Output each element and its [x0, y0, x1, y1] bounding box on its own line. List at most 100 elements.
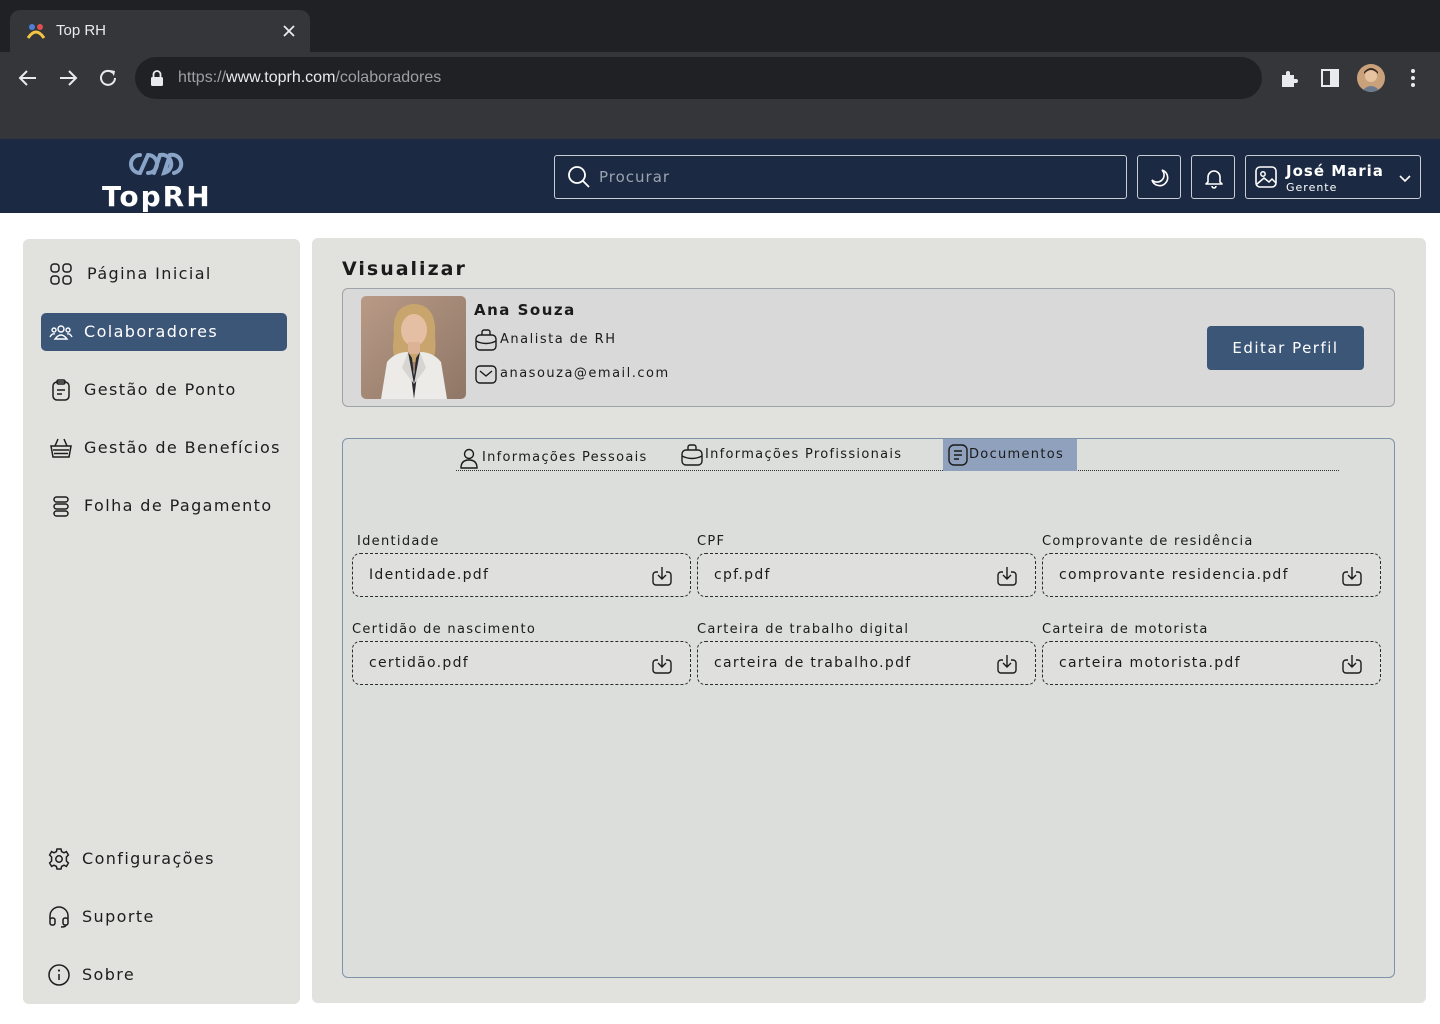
- download-icon[interactable]: [651, 653, 673, 675]
- tab-documentos[interactable]: Documentos: [943, 439, 1077, 471]
- tab-label: Documentos: [969, 447, 1065, 462]
- back-arrow-icon[interactable]: [16, 66, 40, 90]
- sidebar-item-gestao-de-ponto[interactable]: Gestão de Ponto: [41, 371, 287, 409]
- download-icon[interactable]: [1341, 565, 1363, 587]
- sidebar-item-label: Colaboradores: [84, 322, 219, 341]
- profile-photo-icon: [1357, 64, 1385, 92]
- sidebar-item-label: Folha de Pagamento: [84, 496, 273, 515]
- person-icon: [460, 448, 478, 469]
- file-name: comprovante residencia.pdf: [1059, 567, 1289, 583]
- sidebar-item-label: Página Inicial: [87, 264, 212, 283]
- browser-toolbar: https://www.toprh.com/colaboradores: [0, 52, 1440, 139]
- browser-profile-avatar[interactable]: [1357, 64, 1385, 92]
- lock-icon: [151, 70, 163, 86]
- info-icon: [48, 964, 70, 986]
- tab-label: Informações Profissionais: [705, 447, 903, 462]
- search-icon: [568, 166, 590, 188]
- field-label-identidade: Identidade: [357, 534, 440, 549]
- edit-profile-button[interactable]: Editar Perfil: [1207, 326, 1364, 370]
- search-input[interactable]: [599, 156, 1119, 198]
- clipboard-icon: [52, 379, 70, 401]
- gear-icon: [48, 848, 70, 870]
- sidebar-item-configuracoes[interactable]: Configurações: [41, 840, 287, 878]
- more-vertical-icon[interactable]: [1402, 67, 1424, 89]
- coins-icon: [53, 496, 69, 517]
- field-label-carteira-de-motorista: Carteira de motorista: [1042, 622, 1209, 637]
- file-field-carteira-de-motorista[interactable]: carteira motorista.pdf: [1042, 641, 1381, 685]
- logo[interactable]: TopRH: [100, 149, 220, 213]
- download-icon[interactable]: [996, 653, 1018, 675]
- field-label-certidao-de-nascimento: Certidão de nascimento: [352, 622, 537, 637]
- employee-email: anasouza@email.com: [500, 366, 670, 381]
- field-label-carteira-de-trabalho-digital: Carteira de trabalho digital: [697, 622, 910, 637]
- browser-tab-title: Top RH: [56, 22, 107, 39]
- file-field-carteira-de-trabalho-digital[interactable]: carteira de trabalho.pdf: [697, 641, 1036, 685]
- bell-icon: [1205, 170, 1223, 189]
- download-icon[interactable]: [651, 565, 673, 587]
- sidebar-item-label: Configurações: [82, 849, 215, 868]
- tab-label: Informações Pessoais: [482, 450, 648, 465]
- app-header: TopRH José Maria Gerente: [0, 139, 1440, 213]
- grid-icon: [50, 263, 72, 285]
- file-field-identidade[interactable]: Identidade.pdf: [352, 553, 691, 597]
- users-icon: [49, 325, 73, 340]
- main-panel: Visualizar Ana Souza Analista de RH anas…: [312, 238, 1426, 1003]
- reload-icon[interactable]: [96, 66, 120, 90]
- sidebar-item-label: Gestão de Benefícios: [84, 438, 281, 457]
- headset-icon: [49, 906, 69, 928]
- url-text: https://www.toprh.com/colaboradores: [178, 69, 441, 87]
- employee-photo-image: [361, 296, 466, 399]
- file-field-certidao-de-nascimento[interactable]: certidão.pdf: [352, 641, 691, 685]
- sidebar-item-folha-de-pagamento[interactable]: Folha de Pagamento: [41, 487, 287, 525]
- sidebar: Página Inicial Colaboradores Gestão de P…: [23, 239, 300, 1004]
- url-host: www.toprh.com: [226, 69, 336, 86]
- file-name: cpf.pdf: [714, 567, 771, 583]
- side-panel-icon[interactable]: [1319, 67, 1341, 89]
- documents-panel: Informações Pessoais Informações Profiss…: [342, 438, 1395, 978]
- briefcase-icon: [681, 444, 703, 466]
- document-icon: [948, 444, 968, 466]
- user-name: José Maria: [1286, 162, 1384, 180]
- file-field-cpf[interactable]: cpf.pdf: [697, 553, 1036, 597]
- moon-icon: [1151, 169, 1169, 187]
- sidebar-item-pagina-inicial[interactable]: Página Inicial: [41, 255, 287, 293]
- image-avatar-icon: [1255, 166, 1277, 188]
- sidebar-item-colaboradores[interactable]: Colaboradores: [41, 313, 287, 351]
- close-icon[interactable]: [280, 22, 298, 40]
- file-name: Identidade.pdf: [369, 567, 490, 583]
- search-box[interactable]: [554, 155, 1127, 199]
- browser-tab-strip: Top RH: [0, 0, 1440, 52]
- user-menu[interactable]: José Maria Gerente: [1245, 155, 1421, 199]
- profile-card: Ana Souza Analista de RH anasouza@email.…: [342, 288, 1395, 407]
- employee-photo: [361, 296, 466, 399]
- address-bar[interactable]: https://www.toprh.com/colaboradores: [135, 57, 1262, 99]
- favicon-icon: [26, 24, 46, 39]
- download-icon[interactable]: [1341, 653, 1363, 675]
- sidebar-item-label: Suporte: [82, 907, 155, 926]
- file-field-comprovante-de-residencia[interactable]: comprovante residencia.pdf: [1042, 553, 1381, 597]
- notifications-button[interactable]: [1191, 155, 1235, 199]
- employee-job-title: Analista de RH: [500, 332, 617, 347]
- briefcase-icon: [475, 329, 497, 351]
- download-icon[interactable]: [996, 565, 1018, 587]
- tab-informacoes-profissionais[interactable]: Informações Profissionais: [680, 439, 930, 471]
- field-label-comprovante-de-residencia: Comprovante de residência: [1042, 534, 1254, 549]
- basket-icon: [50, 438, 72, 458]
- dark-mode-button[interactable]: [1137, 155, 1181, 199]
- sidebar-item-sobre[interactable]: Sobre: [41, 956, 287, 994]
- user-role: Gerente: [1286, 181, 1338, 194]
- logo-text: TopRH: [102, 180, 212, 213]
- file-name: carteira motorista.pdf: [1059, 655, 1241, 671]
- browser-tab[interactable]: Top RH: [10, 10, 310, 52]
- forward-arrow-icon[interactable]: [56, 66, 80, 90]
- field-label-cpf: CPF: [697, 534, 726, 549]
- file-name: certidão.pdf: [369, 655, 469, 671]
- url-prefix: https://: [178, 69, 227, 86]
- sidebar-item-suporte[interactable]: Suporte: [41, 898, 287, 936]
- logo-mark-icon: [129, 152, 184, 176]
- url-path: /colaboradores: [335, 69, 442, 86]
- puzzle-icon[interactable]: [1279, 67, 1301, 89]
- tab-informacoes-pessoais[interactable]: Informações Pessoais: [457, 442, 667, 474]
- sidebar-item-gestao-de-beneficios[interactable]: Gestão de Benefícios: [41, 429, 287, 467]
- mail-icon: [475, 365, 497, 384]
